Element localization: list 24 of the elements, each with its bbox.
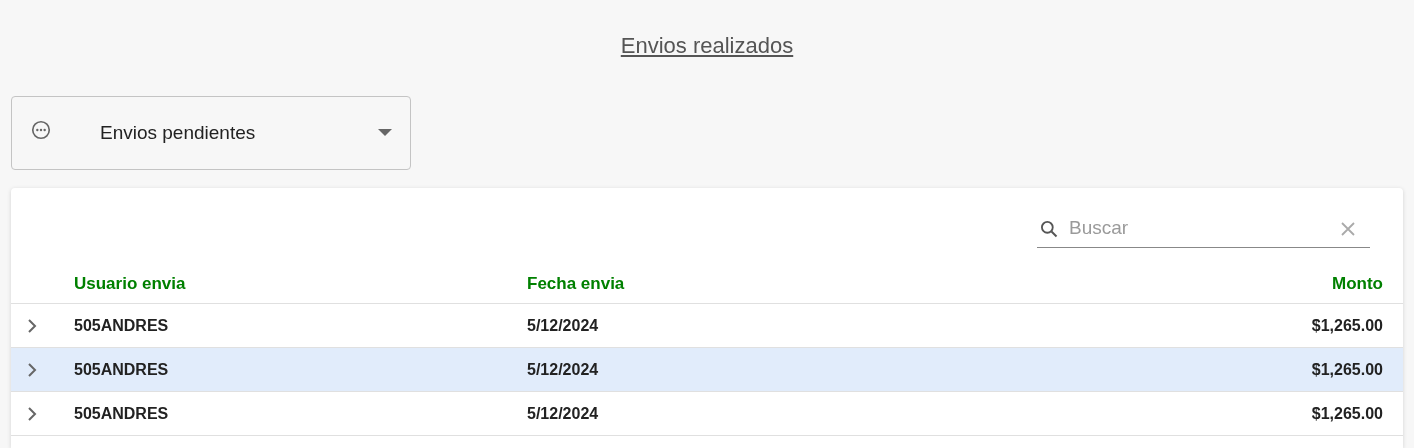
page-title-link[interactable]: Envios realizados: [620, 28, 794, 64]
search-icon: [1039, 218, 1059, 239]
table-cell-text: 5/12/2024: [527, 315, 600, 336]
table-cell-text: $1,265.00: [1311, 315, 1384, 336]
more-icon: [30, 119, 52, 141]
table-cell-text: 505ANDRES: [74, 315, 170, 336]
table-row[interactable]: 505ANDRES 5/12/2024 $1,265.00: [11, 304, 1403, 348]
table-cell-text: 5/12/2024: [527, 403, 600, 424]
table-cell-text: 505ANDRES: [74, 359, 170, 380]
table-cell-text: 5/12/2024: [527, 359, 600, 380]
table-row[interactable]: 505ANDRES 5/12/2024 $1,265.00: [11, 348, 1403, 392]
column-header: Usuario envia: [74, 272, 187, 295]
table-cell-text: 505ANDRES: [74, 403, 170, 424]
table-cell-text: $1,265.00: [1311, 403, 1384, 424]
table-row[interactable]: 505ANDRES 5/12/2024 $1,265.00: [11, 392, 1403, 436]
column-header: Monto: [1332, 272, 1384, 295]
chevron-right-icon[interactable]: [27, 405, 37, 422]
caret-icon: [378, 129, 392, 137]
table-cell-text: $1,265.00: [1311, 359, 1384, 380]
search-field[interactable]: Buscar: [1069, 214, 1330, 243]
column-header: Fecha envia: [527, 272, 626, 295]
filter-dropdown[interactable]: Envios pendientes: [11, 96, 411, 170]
chevron-right-icon[interactable]: [27, 317, 37, 334]
chevron-right-icon[interactable]: [27, 361, 37, 378]
